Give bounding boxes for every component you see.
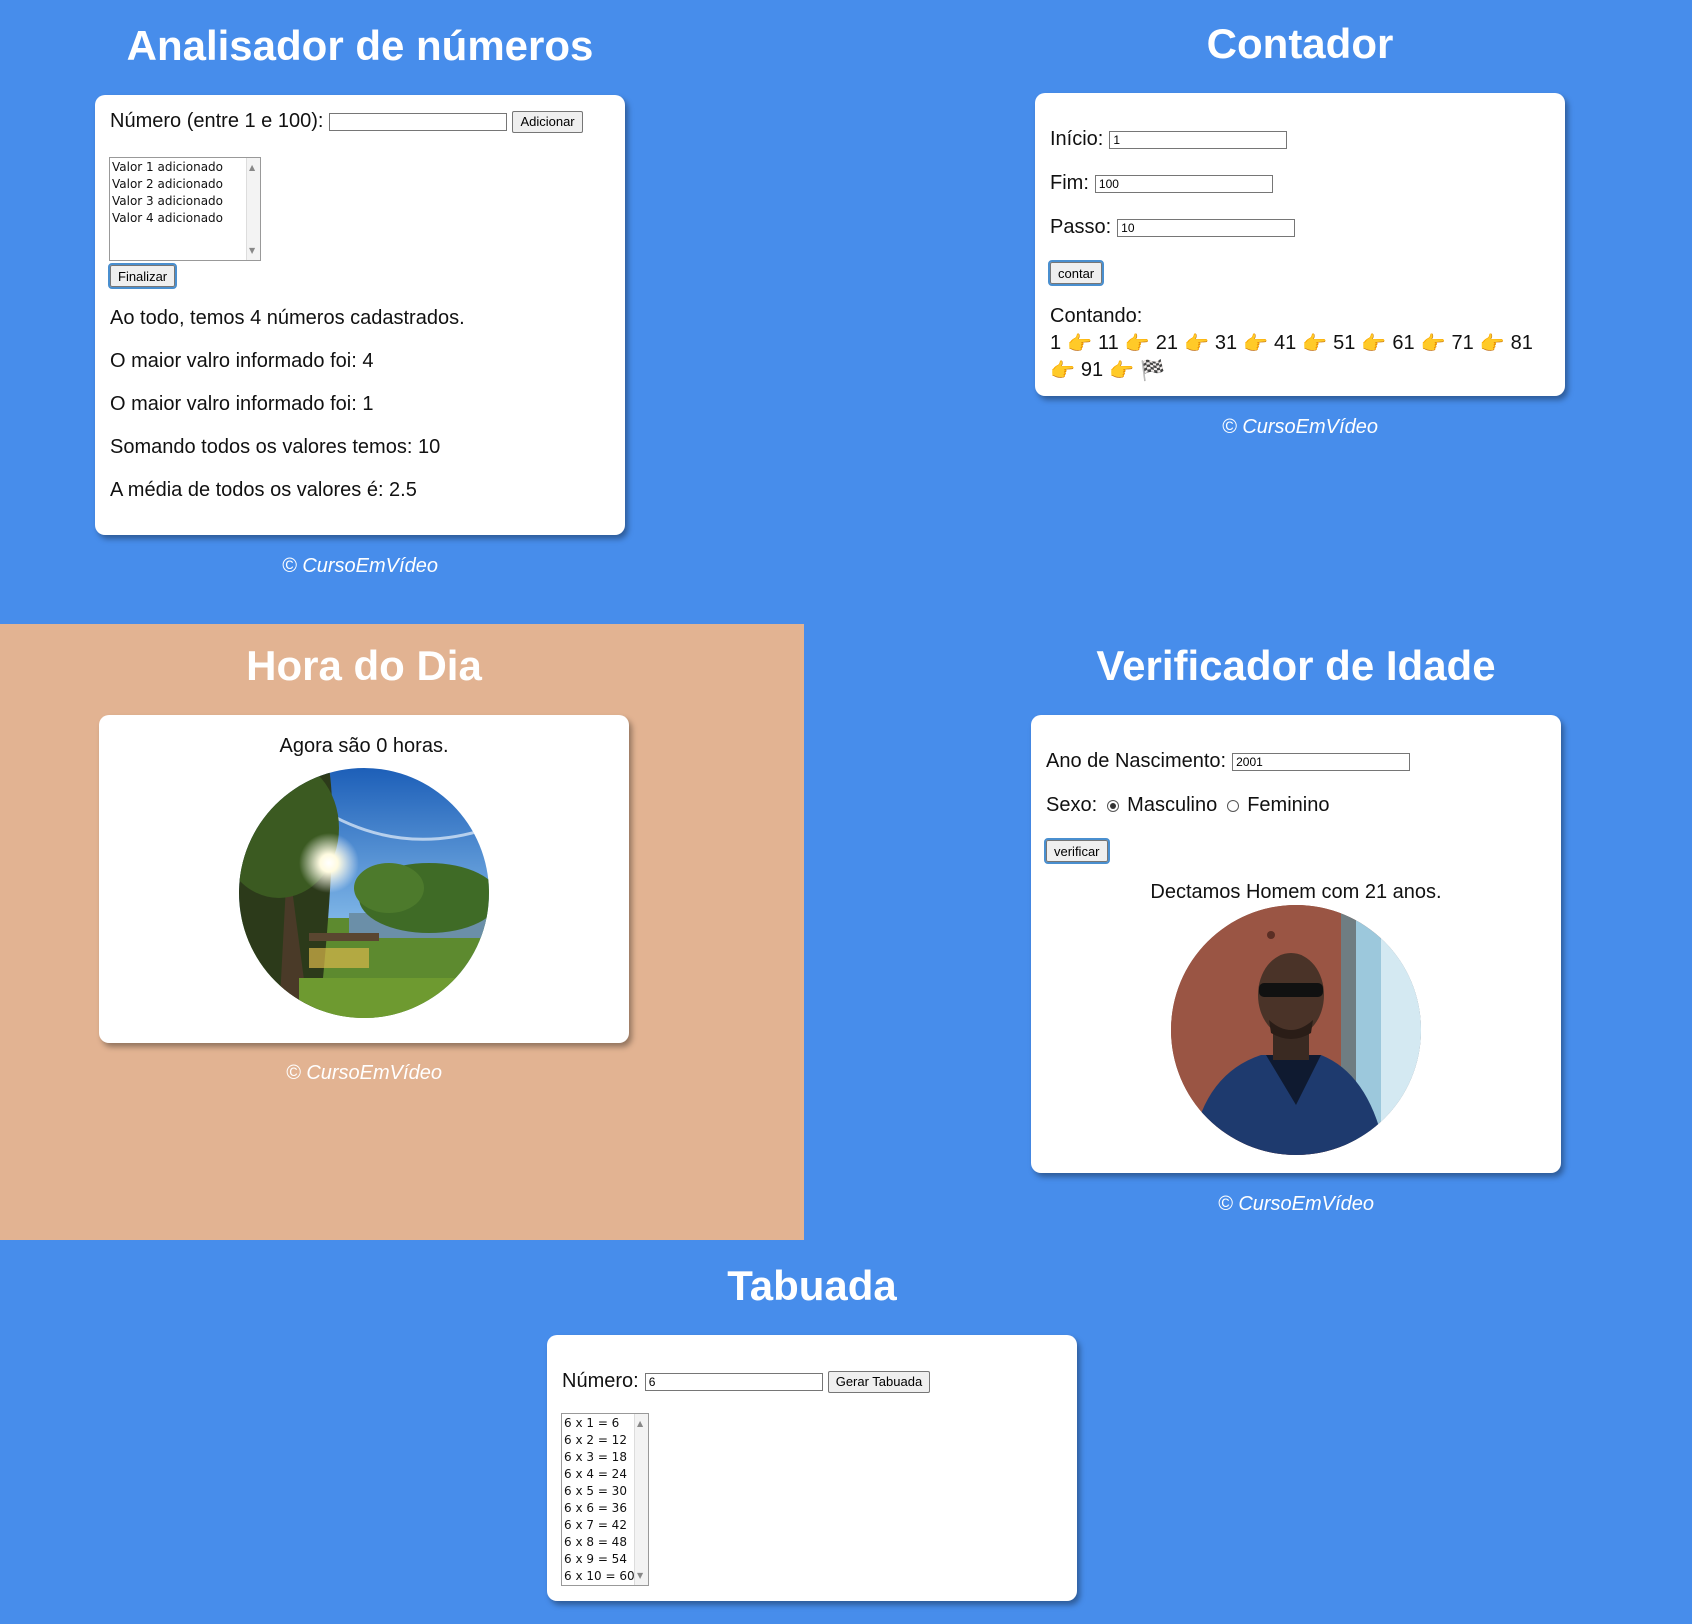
radio-female[interactable] bbox=[1227, 799, 1240, 812]
pointing-hand-icon: 👉 bbox=[1420, 333, 1446, 355]
pointing-hand-icon: 👉 bbox=[1067, 333, 1093, 355]
number-input[interactable] bbox=[329, 112, 508, 131]
count-number: 21 bbox=[1155, 332, 1178, 354]
pointing-hand-icon: 👉 bbox=[1124, 333, 1150, 355]
passo-row: Passo: bbox=[1050, 216, 1296, 239]
hora-title: Hora do Dia bbox=[246, 642, 482, 689]
hora-card: Agora são 0 horas. bbox=[99, 715, 629, 1043]
number-input-row: Número (entre 1 e 100): Adicionar bbox=[110, 110, 583, 133]
fim-input[interactable] bbox=[1094, 174, 1273, 193]
tabuada-number-input[interactable] bbox=[644, 1372, 823, 1391]
checkered-flag-icon: 🏁 bbox=[1140, 360, 1165, 382]
list-item[interactable]: Valor 1 adicionado bbox=[112, 159, 258, 176]
pointing-hand-icon: 👉 bbox=[1183, 333, 1209, 355]
sexo-label: Sexo: bbox=[1046, 794, 1098, 816]
idade-footer: © CursoEmVídeo bbox=[1218, 1193, 1374, 1215]
idade-title: Verificador de Idade bbox=[1096, 642, 1496, 689]
analisador-title: Analisador de números bbox=[126, 22, 594, 69]
list-item[interactable]: Valor 4 adicionado bbox=[112, 210, 258, 227]
count-number: 51 bbox=[1333, 332, 1356, 354]
passo-input[interactable] bbox=[1117, 218, 1296, 237]
analisador-card: Número (entre 1 e 100): Adicionar Valor … bbox=[95, 95, 625, 535]
radio-male-label[interactable]: Masculino bbox=[1127, 794, 1217, 817]
tabuada-listbox[interactable]: 6 x 1 = 66 x 2 = 12 6 x 3 = 18 6 x 4 = 24 6… bbox=[561, 1413, 649, 1586]
ano-label: Ano de Nascimento: bbox=[1046, 750, 1227, 772]
inicio-input[interactable] bbox=[1109, 130, 1288, 149]
count-number: 11 bbox=[1098, 332, 1119, 354]
count-sequence-line-1: 1 👉 11 👉 21 👉 31 👉 41 👉 51 👉 61 👉 71 👉 81 bbox=[1050, 331, 1533, 356]
listbox-scrollbar[interactable]: ▲ ▼ bbox=[634, 1414, 648, 1585]
idade-result: Dectamos Homem com 21 anos. bbox=[1150, 881, 1442, 903]
generate-table-button[interactable]: Gerar Tabuada bbox=[827, 1370, 931, 1393]
hora-message: Agora são 0 horas. bbox=[279, 735, 449, 757]
idade-card: Ano de Nascimento: Sexo: Masculino Femin… bbox=[1031, 715, 1561, 1173]
morning-park-image bbox=[239, 768, 489, 1018]
values-listbox[interactable]: Valor 1 adicionado Valor 2 adicionado Va… bbox=[109, 157, 261, 261]
tabuada-title: Tabuada bbox=[727, 1262, 897, 1309]
add-button[interactable]: Adicionar bbox=[512, 110, 583, 133]
contador-footer: © CursoEmVídeo bbox=[1222, 416, 1378, 438]
hora-footer: © CursoEmVídeo bbox=[286, 1062, 442, 1084]
count-result-label: Contando: bbox=[1050, 305, 1143, 327]
ano-row: Ano de Nascimento: bbox=[1046, 750, 1411, 773]
scroll-up-icon[interactable]: ▲ bbox=[249, 159, 255, 176]
result-sum: Somando todos os valores temos: 10 bbox=[110, 436, 441, 458]
pointing-hand-icon: 👉 bbox=[1050, 360, 1075, 382]
pointing-hand-icon: 👉 bbox=[1302, 333, 1328, 355]
pointing-hand-icon: 👉 bbox=[1243, 333, 1269, 355]
radio-male[interactable] bbox=[1107, 799, 1120, 812]
finish-button[interactable]: Finalizar bbox=[107, 263, 178, 289]
pointing-hand-icon: 👉 bbox=[1109, 360, 1135, 382]
scroll-down-icon[interactable]: ▼ bbox=[249, 242, 255, 259]
tabuada-input-row: Número: Gerar Tabuada bbox=[562, 1370, 931, 1393]
contador-title: Contador bbox=[1206, 20, 1394, 67]
count-sequence-line-2: 👉 91 👉 🏁 bbox=[1050, 358, 1165, 383]
fim-label: Fim: bbox=[1050, 172, 1089, 194]
tabuada-card: Número: Gerar Tabuada 6 x 1 = 66 x 2 = 1… bbox=[547, 1335, 1077, 1601]
count-number: 61 bbox=[1392, 332, 1415, 354]
contador-card: Início: Fim: Passo: contar Contando: 1👉1… bbox=[1035, 93, 1565, 396]
list-item[interactable]: Valor 3 adicionado bbox=[112, 193, 258, 210]
number-input-label: Número (entre 1 e 100): bbox=[110, 110, 324, 132]
result-total: Ao todo, temos 4 números cadastrados. bbox=[110, 307, 465, 329]
verify-button[interactable]: verificar bbox=[1044, 838, 1110, 864]
list-item[interactable]: Valor 2 adicionado bbox=[112, 176, 258, 193]
radio-female-label[interactable]: Feminino bbox=[1247, 794, 1329, 817]
count-number: 81 bbox=[1510, 332, 1533, 354]
fim-row: Fim: bbox=[1050, 172, 1273, 195]
result-average: A média de todos os valores é: 2.5 bbox=[110, 479, 417, 501]
count-number: 41 bbox=[1274, 332, 1297, 354]
inicio-row: Início: bbox=[1050, 128, 1288, 151]
count-number: 31 bbox=[1214, 332, 1238, 354]
listbox-scrollbar[interactable]: ▲ ▼ bbox=[246, 158, 260, 260]
count-number: 71 bbox=[1451, 332, 1474, 354]
sexo-row: Sexo: Masculino Feminino bbox=[1046, 794, 1329, 817]
count-number: 91 bbox=[1080, 359, 1104, 381]
passo-label: Passo: bbox=[1050, 216, 1112, 238]
pointing-hand-icon: 👉 bbox=[1361, 333, 1387, 355]
result-min: O maior valro informado foi: 1 bbox=[110, 393, 374, 415]
inicio-label: Início: bbox=[1050, 128, 1104, 150]
result-max: O maior valro informado foi: 4 bbox=[110, 350, 374, 372]
analisador-footer: © CursoEmVídeo bbox=[282, 555, 438, 577]
count-button[interactable]: contar bbox=[1047, 260, 1105, 286]
scroll-down-icon[interactable]: ▼ bbox=[637, 1567, 643, 1584]
pointing-hand-icon: 👉 bbox=[1479, 333, 1505, 355]
ano-input[interactable] bbox=[1232, 752, 1411, 771]
count-number: 1 bbox=[1050, 332, 1062, 354]
tabuada-input-label: Número: bbox=[562, 1370, 639, 1392]
scroll-up-icon[interactable]: ▲ bbox=[637, 1415, 643, 1432]
man-portrait-image bbox=[1171, 905, 1421, 1155]
